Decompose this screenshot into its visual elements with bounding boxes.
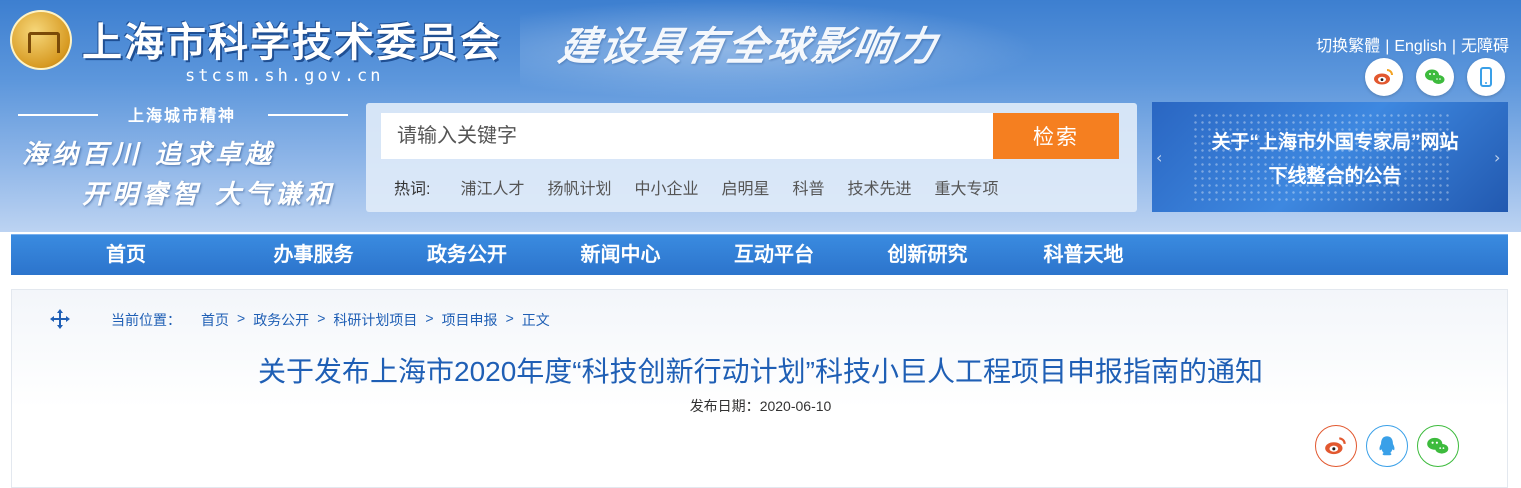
breadcrumb-separator: > — [317, 310, 326, 326]
nav-item-news[interactable]: 新闻中心 — [548, 235, 693, 275]
weibo-icon[interactable] — [1365, 58, 1403, 96]
top-links: 切换繁體 | English | 无障碍 — [1316, 32, 1509, 56]
site-domain: stcsm.sh.gov.cn — [185, 66, 384, 86]
nav-item-interaction[interactable]: 互动平台 — [693, 235, 855, 275]
hot-word-link[interactable]: 重大专项 — [935, 175, 999, 199]
wechat-icon[interactable] — [1416, 58, 1454, 96]
publish-date: 2020-06-10 — [759, 398, 832, 414]
hot-word-link[interactable]: 扬帆计划 — [547, 175, 611, 199]
hot-words-label: 热词: — [394, 181, 431, 198]
nav-item-services[interactable]: 办事服务 — [241, 235, 386, 275]
link-separator: | — [1451, 38, 1456, 55]
publish-info: 发布日期：2020-06-10 — [12, 396, 1509, 416]
publish-label: 发布日期： — [689, 398, 760, 414]
hot-word-link[interactable]: 科普 — [793, 175, 825, 199]
spirit-line-2: 开明睿智 大气谦和 — [82, 180, 336, 210]
hot-words: 热词: 浦江人才 扬帆计划 中小企业 启明星 科普 技术先进 重大专项 — [394, 175, 1022, 199]
spirit-divider-right — [268, 114, 348, 116]
site-title[interactable]: 上海市科学技术委员会 — [82, 10, 502, 68]
breadcrumb-separator: > — [425, 310, 434, 326]
breadcrumb-label: 当前位置： — [111, 312, 181, 328]
traditional-chinese-link[interactable]: 切换繁體 — [1316, 38, 1380, 55]
site-logo-emblem[interactable] — [10, 10, 72, 70]
breadcrumb-gov-affairs[interactable]: 政务公开 — [253, 310, 309, 330]
notice-line-1: 关于“上海市外国专家局”网站 — [1211, 132, 1459, 153]
nav-item-popular-science[interactable]: 科普天地 — [1000, 235, 1167, 275]
chevron-left-icon[interactable]: ‹ — [1156, 148, 1162, 167]
english-link[interactable]: English — [1394, 38, 1446, 55]
nav-item-innovation[interactable]: 创新研究 — [855, 235, 1000, 275]
breadcrumb: 当前位置： 首页 > 政务公开 > 科研计划项目 > 项目申报 > 正文 — [111, 310, 550, 330]
breadcrumb-home[interactable]: 首页 — [201, 310, 229, 330]
share-wechat-icon[interactable] — [1417, 425, 1459, 467]
breadcrumb-separator: > — [505, 310, 514, 326]
article-title: 关于发布上海市2020年度“科技创新行动计划”科技小巨人工程项目申报指南的通知 — [258, 356, 1263, 387]
hot-word-link[interactable]: 启明星 — [722, 175, 770, 199]
hot-word-link[interactable]: 浦江人才 — [460, 175, 524, 199]
header-slogan: 建设具有全球影响力 — [555, 23, 942, 70]
breadcrumb-research-plans[interactable]: 科研计划项目 — [333, 310, 417, 330]
share-weibo-icon[interactable] — [1315, 425, 1357, 467]
main-nav: 首页 办事服务 政务公开 新闻中心 互动平台 创新研究 科普天地 — [11, 234, 1508, 275]
location-icon — [50, 309, 70, 329]
accessibility-link[interactable]: 无障碍 — [1461, 38, 1509, 55]
hot-word-link[interactable]: 中小企业 — [634, 175, 698, 199]
spirit-line-1: 海纳百川 追求卓越 — [22, 140, 276, 170]
share-qq-icon[interactable] — [1366, 425, 1408, 467]
article-area: 当前位置： 首页 > 政务公开 > 科研计划项目 > 项目申报 > 正文 关于发… — [11, 289, 1508, 488]
search-button[interactable]: 检索 — [993, 113, 1119, 159]
notice-banner[interactable]: ‹ 关于“上海市外国专家局”网站 下线整合的公告 › — [1152, 102, 1508, 212]
nav-item-gov-affairs[interactable]: 政务公开 — [386, 235, 548, 275]
search-input[interactable] — [381, 113, 993, 159]
header-banner: 上海市科学技术委员会 stcsm.sh.gov.cn 建设具有全球影响力 上海城… — [0, 0, 1521, 232]
breadcrumb-current[interactable]: 正文 — [522, 310, 550, 330]
search-panel: 检索 热词: 浦江人才 扬帆计划 中小企业 启明星 科普 技术先进 重大专项 — [366, 103, 1137, 212]
city-spirit: 上海城市精神 海纳百川 追求卓越 开明睿智 大气谦和 — [12, 98, 352, 218]
notice-text[interactable]: 关于“上海市外国专家局”网站 下线整合的公告 — [1170, 126, 1500, 194]
hot-word-link[interactable]: 技术先进 — [848, 175, 912, 199]
nav-item-home[interactable]: 首页 — [11, 235, 241, 275]
chevron-right-icon[interactable]: › — [1494, 148, 1500, 167]
link-separator: | — [1385, 38, 1390, 55]
mobile-icon[interactable] — [1467, 58, 1505, 96]
breadcrumb-separator: > — [237, 310, 246, 326]
breadcrumb-project-application[interactable]: 项目申报 — [442, 310, 498, 330]
notice-line-2: 下线整合的公告 — [1268, 166, 1402, 187]
